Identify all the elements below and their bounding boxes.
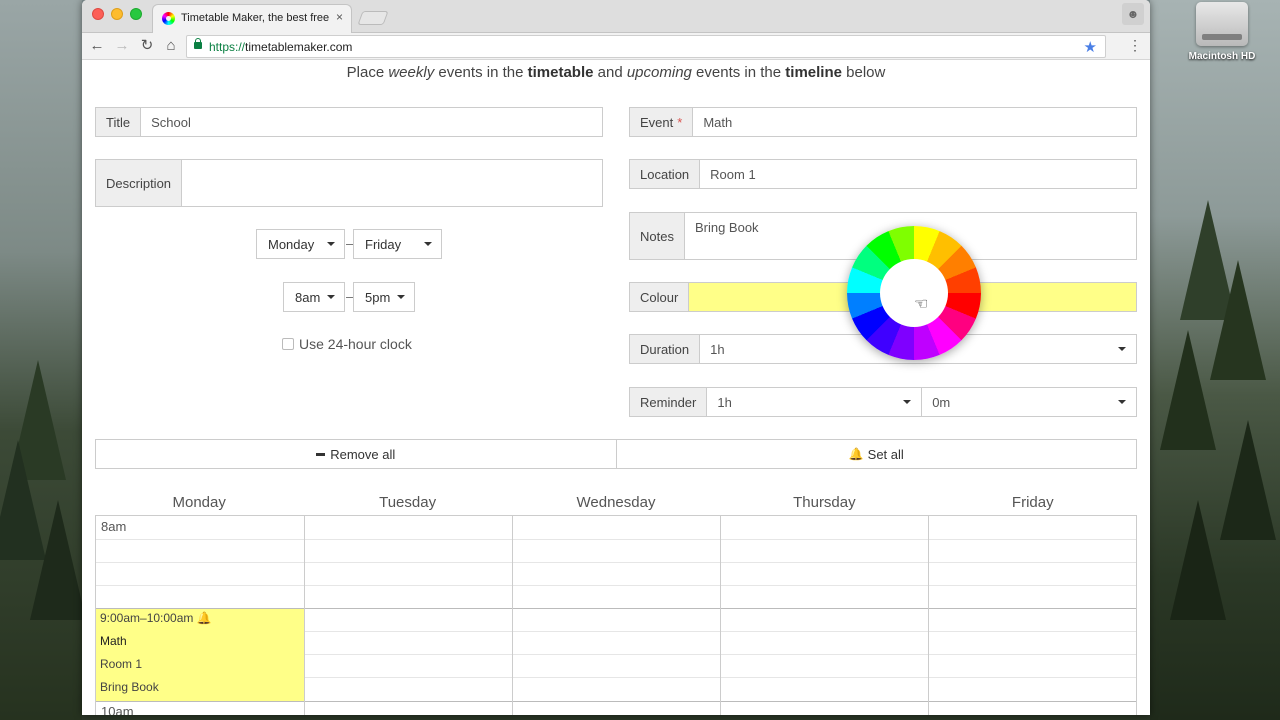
- time-label-10am: 10am: [101, 704, 134, 715]
- browser-window: Timetable Maker, the best free × ☻ ← → ↻…: [82, 0, 1150, 715]
- description-field: Description: [95, 159, 603, 207]
- day-header-monday: Monday: [172, 494, 226, 511]
- colour-wheel-center[interactable]: [880, 259, 948, 327]
- event-name: Math: [100, 634, 127, 648]
- grid-column-divider: [720, 516, 721, 715]
- clock24-option[interactable]: Use 24-hour clock: [282, 336, 412, 352]
- tab-title: Timetable Maker, the best free: [181, 12, 330, 24]
- timetable-header: Monday Tuesday Wednesday Thursday Friday: [95, 494, 1137, 511]
- day-end-value: Friday: [365, 236, 402, 252]
- remove-all-button[interactable]: Remove all: [96, 440, 616, 468]
- grid-column-divider: [304, 516, 305, 715]
- browser-tab[interactable]: Timetable Maker, the best free ×: [152, 4, 352, 33]
- event-field: Event * Math: [629, 107, 1137, 137]
- duration-label: Duration: [630, 335, 701, 363]
- day-start-value: Monday: [268, 236, 315, 252]
- bell-icon: 🔔: [848, 447, 864, 461]
- hard-disk-icon[interactable]: [1196, 2, 1248, 46]
- set-all-button[interactable]: 🔔 Set all: [615, 440, 1137, 468]
- title-field: Title School: [95, 107, 603, 137]
- event-notes: Bring Book: [100, 680, 159, 694]
- time-label-8am: 8am: [101, 519, 127, 534]
- chevron-down-icon: [397, 295, 405, 299]
- day-header-friday: Friday: [1011, 494, 1054, 511]
- home-icon[interactable]: ⌂: [162, 37, 180, 55]
- chevron-down-icon: [327, 242, 335, 246]
- location-label: Location: [630, 160, 701, 188]
- close-window-button[interactable]: [92, 8, 104, 20]
- reminder-field: Reminder 1h 0m: [629, 387, 1137, 417]
- chevron-down-icon: [1118, 400, 1127, 404]
- chevron-down-icon: [903, 400, 912, 404]
- event-location: Room 1: [100, 657, 143, 671]
- colour-wheel-favicon-icon: [162, 12, 175, 25]
- required-mark: *: [677, 114, 683, 130]
- url-text: https://timetablemaker.com: [209, 40, 353, 54]
- day-header-thursday: Thursday: [793, 494, 856, 511]
- title-input[interactable]: School: [141, 108, 602, 136]
- clock24-checkbox[interactable]: [282, 338, 294, 350]
- day-header-wednesday: Wednesday: [576, 494, 656, 511]
- reload-icon[interactable]: ↻: [138, 37, 156, 55]
- day-header-tuesday: Tuesday: [379, 494, 437, 511]
- event-time: 9:00am–10:00am 🔔: [100, 611, 212, 625]
- tab-strip: Timetable Maker, the best free × ☻: [82, 0, 1150, 33]
- hand-cursor-icon: ☜: [914, 296, 929, 313]
- menu-kebab-icon[interactable]: ⋮: [1128, 37, 1142, 54]
- reminder-minutes-select[interactable]: 0m: [922, 388, 1136, 416]
- bookmark-star-icon[interactable]: ★: [1084, 38, 1097, 56]
- time-end-value: 5pm: [365, 289, 391, 305]
- day-end-select[interactable]: Friday: [353, 229, 442, 259]
- grid-row: [96, 608, 1136, 609]
- desktop-background-left: [0, 0, 86, 720]
- minimize-window-button[interactable]: [111, 8, 123, 20]
- timetable-grid[interactable]: 9:00am–10:00am 🔔 Math Room 1 Bring Book …: [95, 515, 1137, 715]
- grid-column-divider: [512, 516, 513, 715]
- day-start-select[interactable]: Monday: [256, 229, 345, 259]
- reminder-label: Reminder: [630, 388, 708, 416]
- location-field: Location Room 1: [629, 159, 1137, 189]
- clock24-label: Use 24-hour clock: [299, 336, 412, 352]
- grid-row: [96, 562, 1136, 563]
- page-content: Place weekly events in the timetable and…: [82, 61, 1150, 715]
- time-end-select[interactable]: 5pm: [353, 282, 415, 312]
- back-arrow-icon[interactable]: ←: [88, 37, 106, 55]
- notes-label: Notes: [630, 213, 685, 259]
- browser-toolbar: ← → ↻ ⌂ https://timetablemaker.com ★ ⋮: [82, 33, 1150, 60]
- tab-close-icon[interactable]: ×: [336, 10, 343, 24]
- event-input[interactable]: Math: [693, 108, 1136, 136]
- grid-row: [96, 539, 1136, 540]
- description-input[interactable]: [182, 160, 602, 206]
- description-label: Description: [96, 160, 183, 206]
- profile-icon[interactable]: ☻: [1122, 3, 1144, 25]
- remove-all-label: Remove all: [330, 446, 396, 462]
- chevron-down-icon: [1118, 347, 1126, 351]
- lock-icon: [194, 38, 202, 49]
- zoom-window-button[interactable]: [130, 8, 142, 20]
- minus-icon: [316, 452, 326, 456]
- forward-arrow-icon[interactable]: →: [113, 37, 131, 55]
- timetable-event[interactable]: 9:00am–10:00am 🔔 Math Room 1 Bring Book: [96, 608, 304, 701]
- event-label: Event *: [630, 108, 694, 136]
- new-tab-button[interactable]: [357, 11, 389, 25]
- time-start-select[interactable]: 8am: [283, 282, 345, 312]
- set-all-label: Set all: [867, 446, 904, 462]
- time-start-value: 8am: [295, 289, 321, 305]
- desktop-background-right: [1150, 0, 1280, 720]
- reminder-hours-select[interactable]: 1h: [707, 388, 923, 416]
- grid-column-divider: [928, 516, 929, 715]
- chevron-down-icon: [424, 242, 432, 246]
- title-label: Title: [96, 108, 142, 136]
- bell-icon: 🔔: [196, 611, 212, 625]
- page-subtitle: Place weekly events in the timetable and…: [346, 64, 886, 81]
- chevron-down-icon: [327, 295, 335, 299]
- address-bar[interactable]: https://timetablemaker.com ★: [186, 35, 1106, 58]
- location-input[interactable]: Room 1: [700, 160, 1136, 188]
- disk-label[interactable]: Macintosh HD: [1180, 51, 1264, 62]
- action-bar: Remove all 🔔 Set all: [95, 439, 1137, 469]
- grid-row: [96, 585, 1136, 586]
- colour-label: Colour: [630, 283, 690, 311]
- colour-wheel-picker[interactable]: [847, 226, 981, 360]
- grid-row: [96, 701, 1136, 702]
